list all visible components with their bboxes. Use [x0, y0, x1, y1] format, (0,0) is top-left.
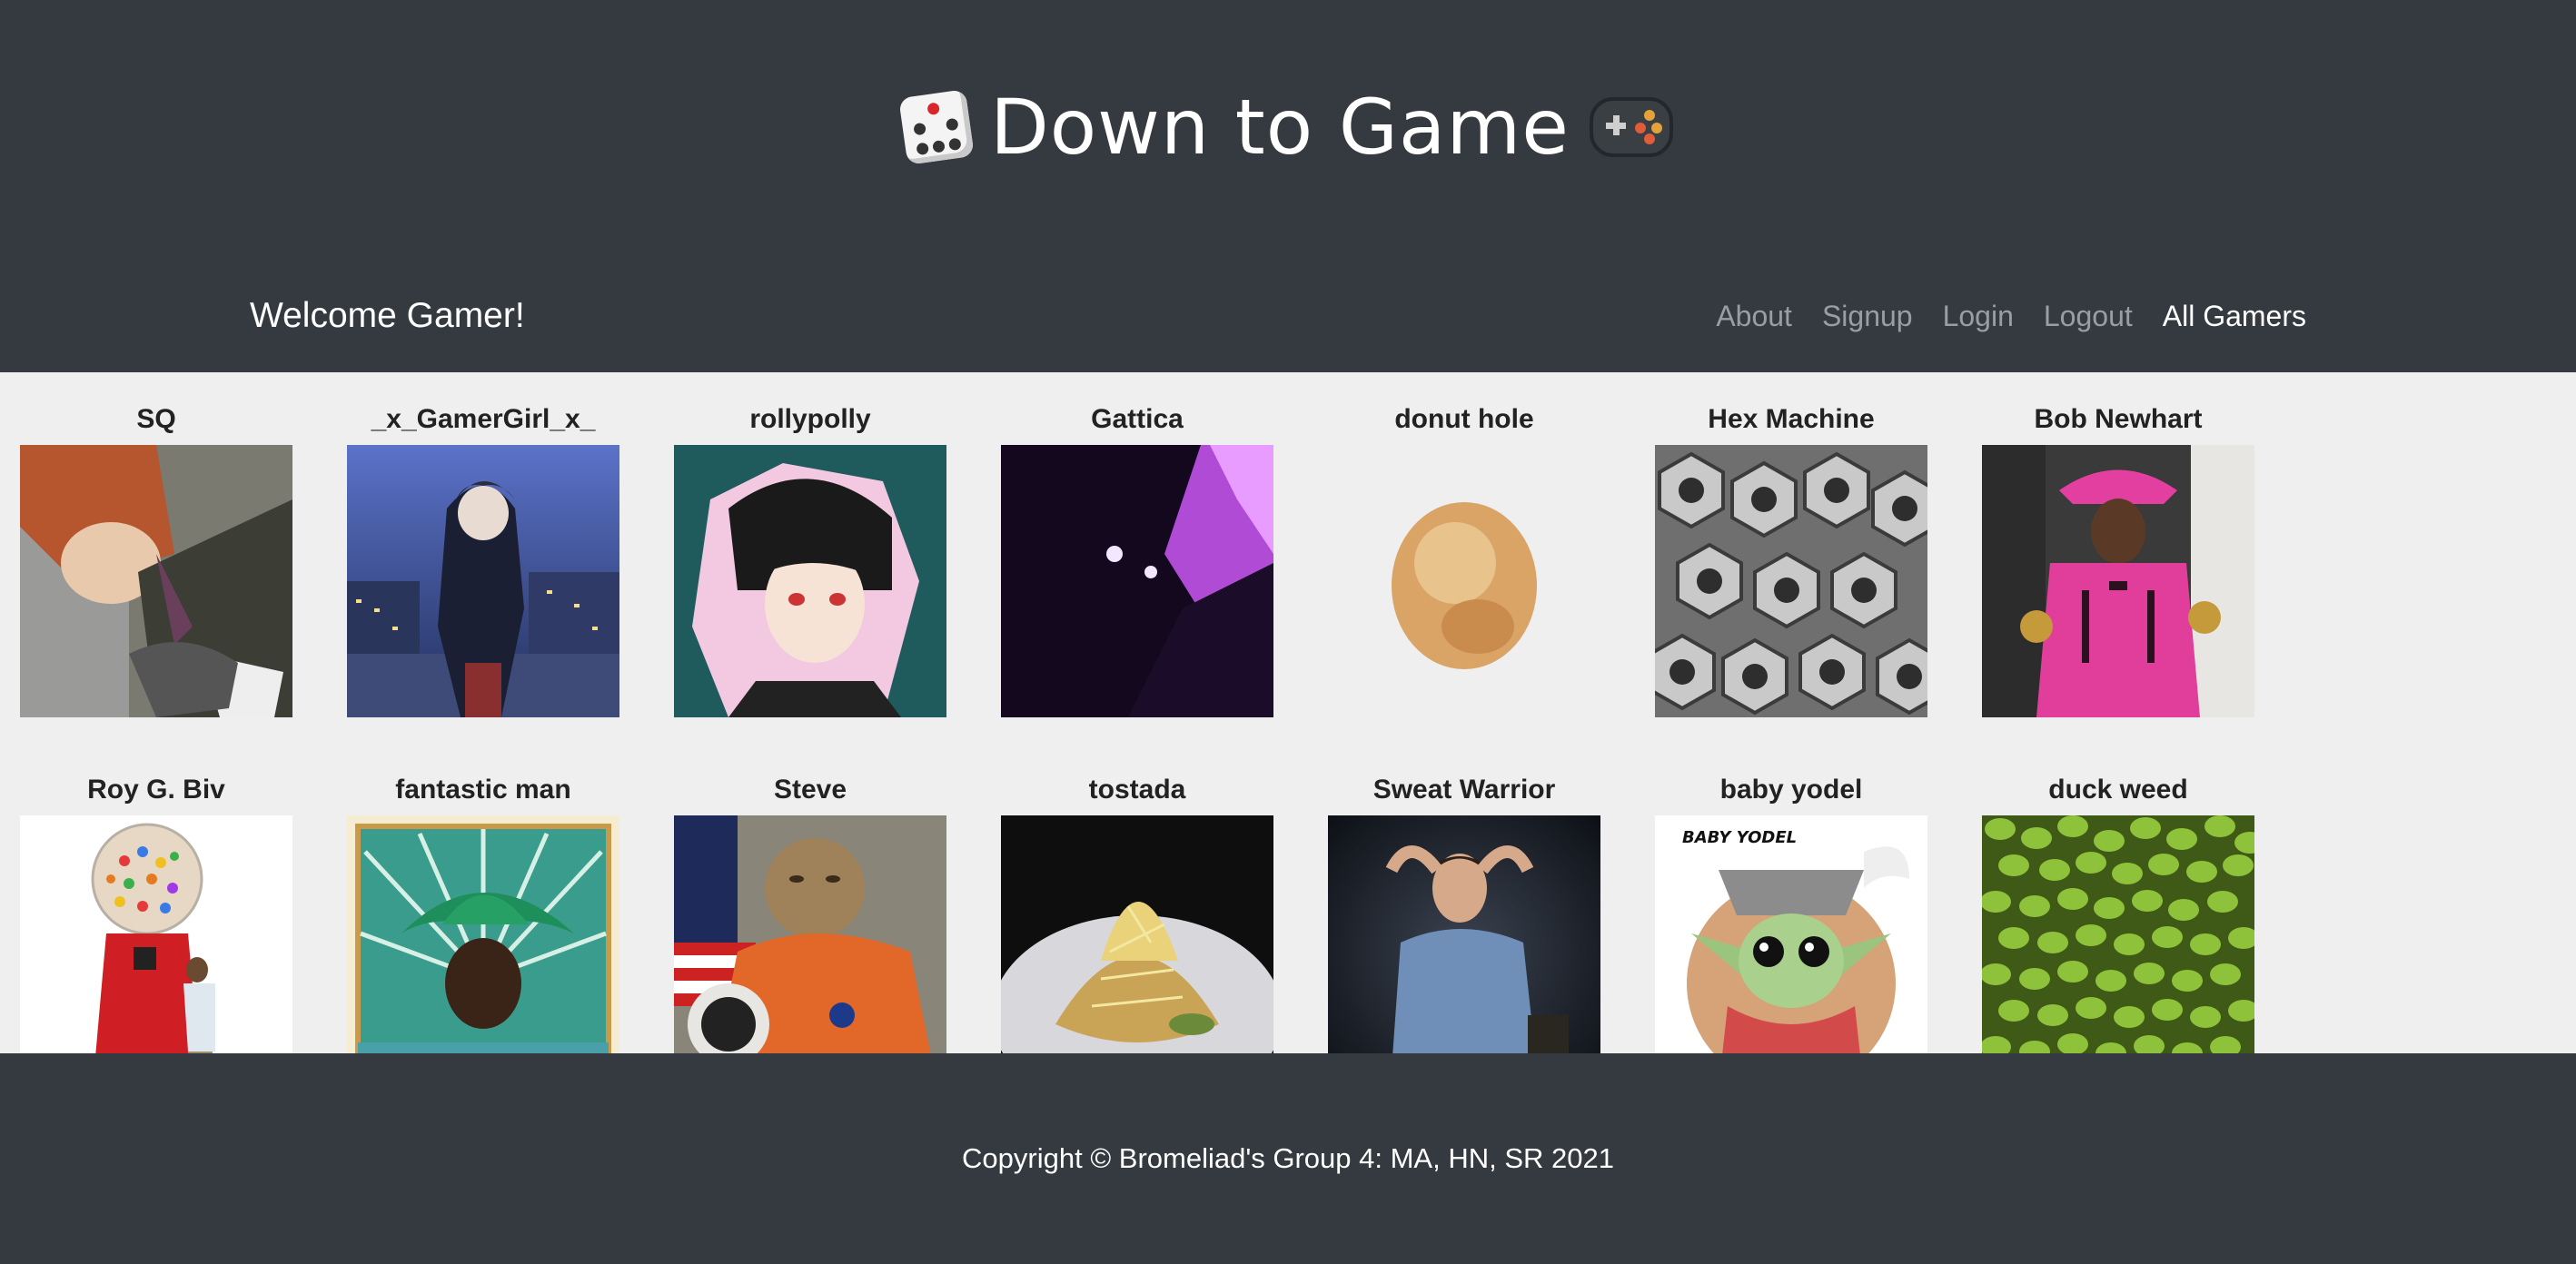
gamer-card[interactable]: donut hole — [1328, 401, 1600, 717]
gamer-card[interactable]: Steve — [674, 772, 946, 1053]
welcome-message: Welcome Gamer! — [250, 296, 525, 335]
site-footer: Copyright © Bromeliad's Group 4: MA, HN,… — [0, 1053, 2576, 1264]
nav-login[interactable]: Login — [1943, 300, 2014, 333]
baby-yodel-caption: BABY YODEL — [1682, 828, 1797, 847]
gamer-name: baby yodel — [1719, 775, 1863, 805]
man-in-chair-avatar[interactable] — [1328, 815, 1600, 1053]
nav-signup[interactable]: Signup — [1822, 300, 1913, 333]
gamer-name: Bob Newhart — [2034, 404, 2203, 434]
gamer-card[interactable]: baby yodel BABY YODEL — [1655, 772, 1927, 1053]
top-nav: About Signup Login Logout All Gamers — [1686, 300, 2306, 333]
gamer-name: Sweat Warrior — [1372, 775, 1556, 805]
gamer-card[interactable]: Roy G. Biv — [20, 772, 292, 1053]
hex-nuts-avatar[interactable] — [1655, 445, 1927, 717]
page-title: Down to Game — [0, 73, 2576, 182]
gamer-name: fantastic man — [395, 775, 571, 805]
gamer-card[interactable]: Sweat Warrior — [1328, 772, 1600, 1053]
gamer-card[interactable]: Bob Newhart — [1982, 401, 2254, 717]
nav-logout[interactable]: Logout — [2044, 300, 2133, 333]
baby-yodel-avatar[interactable]: BABY YODEL — [1655, 815, 1927, 1053]
title-text: Down to Game — [990, 83, 1570, 172]
green-hat-poster-avatar[interactable] — [347, 815, 619, 1053]
gamer-name: Gattica — [1091, 404, 1184, 434]
site-header: Down to Game Welcome Gamer! About Signup… — [0, 0, 2576, 372]
gamer-card[interactable]: tostada — [1001, 772, 1273, 1053]
gamer-name: donut hole — [1394, 404, 1534, 434]
gamer-card[interactable]: duck weed — [1982, 772, 2254, 1053]
gamer-name: rollypolly — [749, 404, 871, 434]
gamer-name: _x_GamerGirl_x_ — [371, 404, 596, 434]
nav-all-gamers[interactable]: All Gamers — [2163, 300, 2306, 333]
gamer-card[interactable]: Gattica — [1001, 401, 1273, 717]
gamer-card[interactable]: Hex Machine — [1655, 401, 1927, 717]
gumball-machine-avatar[interactable] — [20, 815, 292, 1053]
gamer-card[interactable]: SQ — [20, 401, 292, 717]
die-icon — [898, 89, 975, 165]
tostada-avatar[interactable] — [1001, 815, 1273, 1053]
gamer-card[interactable]: _x_GamerGirl_x_ — [347, 401, 619, 717]
anime-city-avatar[interactable] — [347, 445, 619, 717]
gamer-name: Hex Machine — [1708, 404, 1875, 434]
duck-weed-avatar[interactable] — [1982, 815, 2254, 1053]
gamepad-icon — [1589, 97, 1673, 157]
nav-about[interactable]: About — [1716, 300, 1792, 333]
purple-silhouette-avatar[interactable] — [1001, 445, 1273, 717]
astronaut-cat-avatar[interactable] — [674, 815, 946, 1053]
gamers-grid: SQ _x_GamerGirl_x_ rollypolly Gattica do… — [0, 372, 2576, 1053]
anime-portrait-avatar[interactable] — [674, 445, 946, 717]
gamer-name: Steve — [773, 775, 847, 805]
anime-boy-avatar[interactable] — [20, 445, 292, 717]
copyright-text: Copyright © Bromeliad's Group 4: MA, HN,… — [962, 1142, 1614, 1174]
gamer-name: SQ — [136, 404, 176, 434]
gamer-name: tostada — [1088, 775, 1186, 805]
gamer-name: duck weed — [2048, 775, 2188, 805]
gamer-name: Roy G. Biv — [87, 775, 225, 805]
gamer-card[interactable]: rollypolly — [674, 401, 946, 717]
donut-hole-avatar[interactable] — [1328, 445, 1600, 717]
gamer-card[interactable]: fantastic man — [347, 772, 619, 1053]
pink-cowboy-avatar[interactable] — [1982, 445, 2254, 717]
